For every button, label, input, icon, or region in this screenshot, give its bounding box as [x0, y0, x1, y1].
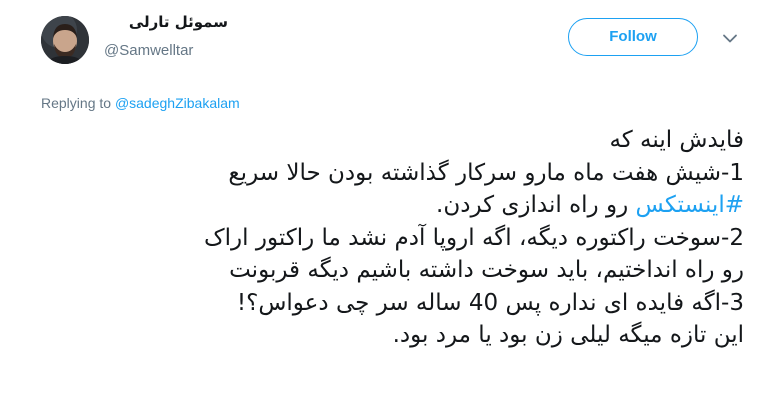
- chevron-down-icon[interactable]: [721, 29, 739, 47]
- tweet-line-2: 1-شیش هفت ماه مارو سرکار گذاشته بودن حال…: [228, 159, 744, 186]
- tweet-line-3: #اینستکس رو راه اندازی کردن.: [30, 189, 744, 222]
- avatar-portrait-icon: [41, 16, 89, 64]
- replying-to-label: Replying to: [41, 95, 112, 111]
- follow-button[interactable]: Follow: [568, 18, 698, 56]
- reply-mention-link[interactable]: @sadeghZibakalam: [115, 95, 240, 111]
- tweet-line-6: 3-اگه فایده ای نداره پس 40 ساله سر چی دع…: [236, 289, 744, 316]
- tweet-text: فایدش اینه که 1-شیش هفت ماه مارو سرکار گ…: [30, 124, 744, 352]
- tweet-line-4: 2-سوخت راکتوره دیگه، اگه اروپا آدم نشد م…: [204, 224, 744, 251]
- display-name[interactable]: سموئل تارلی: [104, 13, 228, 31]
- replying-to: Replying to @sadeghZibakalam: [41, 95, 240, 111]
- tweet-line-3-text: رو راه اندازی کردن.: [436, 192, 629, 218]
- user-handle[interactable]: @Samwelltar: [104, 42, 193, 59]
- hashtag-link[interactable]: #اینستکس: [636, 192, 745, 218]
- tweet-line-5: رو راه انداختیم، باید سوخت داشته باشیم د…: [229, 257, 744, 283]
- tweet-line-1: فایدش اینه که: [609, 127, 744, 153]
- avatar[interactable]: [41, 16, 89, 64]
- tweet-card: سموئل تارلی @Samwelltar Follow Replying …: [0, 0, 764, 417]
- tweet-line-7: این تازه میگه لیلی زن بود یا مرد بود.: [392, 322, 744, 348]
